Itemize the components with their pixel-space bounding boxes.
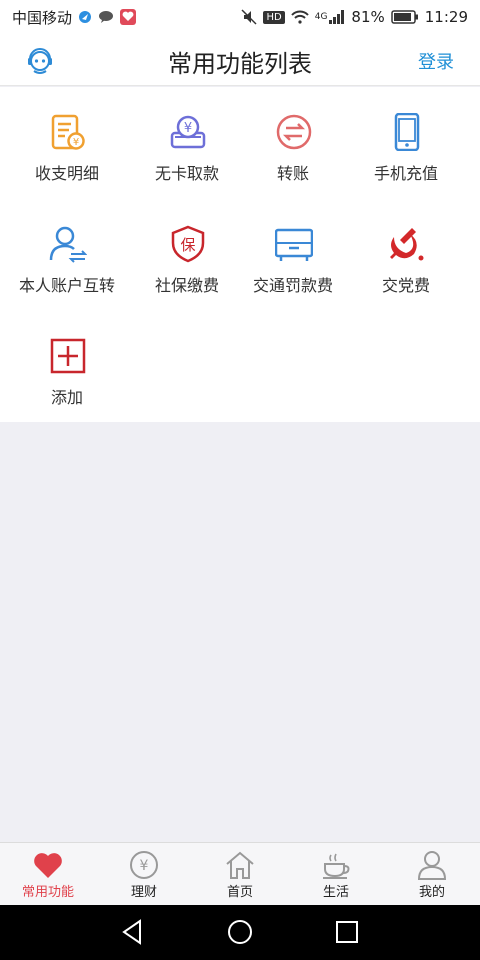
- atm-withdraw-icon: ¥: [170, 115, 206, 149]
- wifi-icon: [290, 10, 309, 24]
- yen-icon: ¥: [130, 851, 158, 879]
- bill-icon: ¥: [51, 114, 85, 150]
- function-item-topup[interactable]: 手机充值: [346, 87, 466, 197]
- function-item-social-insurance[interactable]: 保 社保缴费: [127, 199, 247, 309]
- home-button-icon[interactable]: [225, 917, 255, 947]
- own-account-transfer-icon: [49, 226, 87, 263]
- svg-text:¥: ¥: [140, 858, 149, 874]
- hd-badge: HD: [263, 10, 285, 24]
- function-label: 手机充值: [373, 164, 438, 183]
- function-item-party-fee[interactable]: 交党费: [346, 199, 466, 309]
- tab-common-functions[interactable]: 常用功能: [0, 843, 96, 906]
- function-label: 交通罚款费: [252, 276, 333, 295]
- tab-label: 我的: [418, 885, 445, 900]
- signal-icon: [329, 10, 345, 24]
- carrier-text: 中国移动: [12, 8, 73, 27]
- app-header: 常用功能列表 登录: [0, 34, 480, 86]
- recents-icon[interactable]: [332, 917, 362, 947]
- back-icon[interactable]: [118, 917, 148, 947]
- svg-text:¥: ¥: [73, 137, 79, 148]
- traffic-fine-icon: [275, 228, 313, 261]
- tab-finance[interactable]: ¥ 理财: [96, 843, 192, 906]
- health-app-icon: [120, 9, 137, 25]
- bottom-tab-bar: 常用功能 ¥ 理财 首页 生活 我的: [0, 842, 480, 906]
- phone-topup-icon: [394, 113, 420, 151]
- battery-percent: 81%: [351, 8, 385, 26]
- function-item-own-transfer[interactable]: 本人账户互转: [7, 199, 127, 309]
- heart-icon: [34, 853, 62, 878]
- social-insurance-icon: 保: [171, 225, 205, 263]
- function-label: 添加: [50, 388, 83, 407]
- login-button[interactable]: 登录: [418, 48, 454, 74]
- transfer-icon: [276, 114, 312, 150]
- svg-text:保: 保: [180, 236, 195, 254]
- function-label: 转账: [276, 164, 309, 183]
- mute-icon: [241, 9, 258, 25]
- tab-life[interactable]: 生活: [288, 843, 384, 906]
- svg-text:¥: ¥: [184, 121, 192, 136]
- function-item-bill[interactable]: ¥ 收支明细: [7, 87, 127, 197]
- tab-home[interactable]: 首页: [192, 843, 288, 906]
- tab-label: 常用功能: [21, 885, 74, 900]
- function-grid: ¥ 收支明细 ¥ 无卡取款 转账 手机充值 本人账户互转 保 社保缴费 交通罚款…: [0, 87, 480, 422]
- function-label: 本人账户互转: [18, 276, 115, 295]
- status-bar: 中国移动 HD 4G 81% 11:29: [0, 0, 480, 34]
- tab-label: 生活: [322, 885, 349, 900]
- tab-label: 首页: [226, 885, 253, 900]
- network-type: 4G: [314, 12, 328, 22]
- add-icon: [50, 338, 86, 374]
- function-label: 收支明细: [34, 164, 99, 183]
- page-title: 常用功能列表: [168, 50, 312, 78]
- tab-label: 理财: [130, 885, 157, 900]
- party-fee-icon: [390, 228, 424, 261]
- function-label: 无卡取款: [154, 164, 219, 183]
- function-item-add[interactable]: 添加: [7, 311, 127, 421]
- function-label: 社保缴费: [154, 276, 219, 295]
- coffee-icon: [323, 853, 350, 879]
- message-icon: [99, 11, 114, 23]
- home-icon: [226, 851, 254, 879]
- function-label: 交党费: [381, 276, 430, 295]
- function-item-transfer[interactable]: 转账: [233, 87, 353, 197]
- system-nav-bar: [0, 905, 480, 960]
- tab-mine[interactable]: 我的: [384, 843, 480, 906]
- battery-icon: [391, 10, 418, 24]
- user-icon: [417, 851, 447, 880]
- function-item-traffic-fine[interactable]: 交通罚款费: [233, 199, 353, 309]
- function-item-atm[interactable]: ¥ 无卡取款: [127, 87, 247, 197]
- location-icon: [79, 11, 92, 23]
- status-time: 11:29: [424, 8, 468, 26]
